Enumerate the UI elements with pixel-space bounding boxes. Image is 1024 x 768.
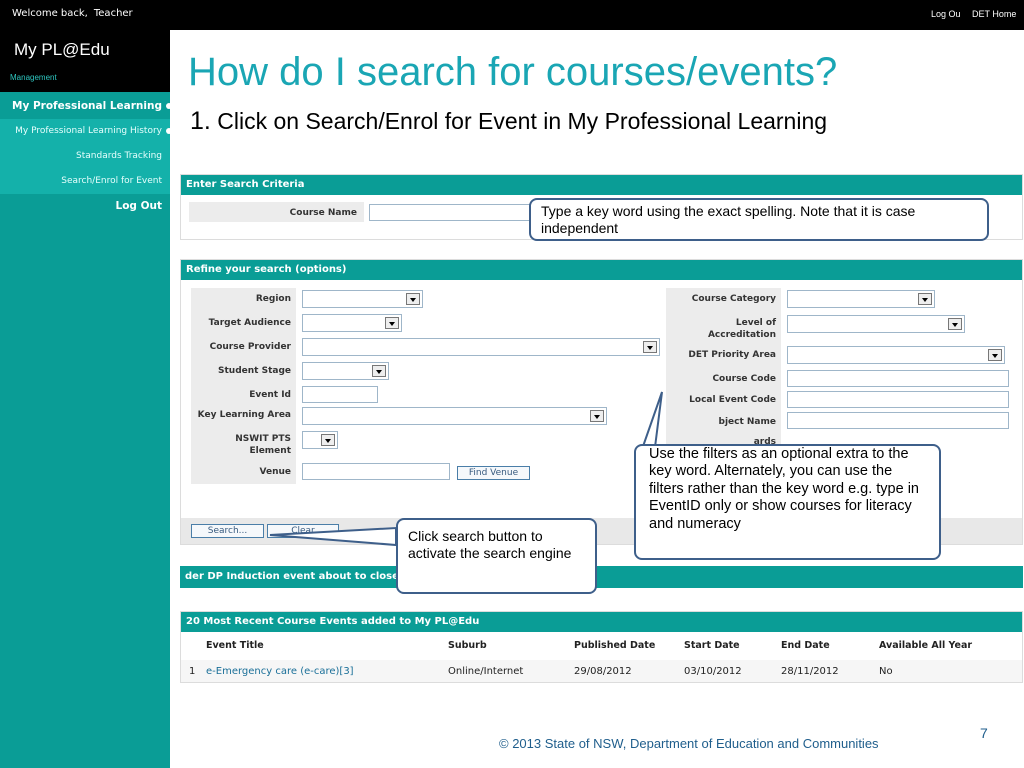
chevron-down-icon <box>643 341 657 353</box>
all-year-cell: No <box>879 666 893 677</box>
course-name-input[interactable] <box>369 204 539 221</box>
filters-callout: Use the filters as an optional extra to … <box>634 444 941 560</box>
level-of-accreditation-select[interactable] <box>787 315 965 333</box>
det-priority-area-label: DET Priority Area <box>688 350 776 360</box>
slide-title: How do I search for courses/events? <box>188 50 838 94</box>
page-number: 7 <box>980 725 988 741</box>
sidebar-item-search-enrol[interactable]: Search/Enrol for Event <box>0 169 170 194</box>
recent-events-panel: 20 Most Recent Course Events added to My… <box>180 611 1023 683</box>
column-header-suburb: Suburb <box>448 640 487 651</box>
course-provider-label: Course Provider <box>209 342 291 352</box>
sidebar-item-log-out[interactable]: Log Out <box>0 194 170 219</box>
keyword-callout: Type a key word using the exact spelling… <box>529 198 989 241</box>
event-id-label: Event Id <box>249 390 291 400</box>
course-name-label: Course Name <box>289 208 357 218</box>
brand-title: My PL@Edu <box>14 40 110 59</box>
course-code-input[interactable] <box>787 370 1009 387</box>
event-id-input[interactable] <box>302 386 378 403</box>
region-label: Region <box>255 294 291 304</box>
published-cell: 29/08/2012 <box>574 666 632 677</box>
start-cell: 03/10/2012 <box>684 666 742 677</box>
logout-link[interactable]: Log Ou <box>931 9 961 19</box>
chevron-down-icon <box>988 349 1002 361</box>
bullet-icon <box>166 128 172 134</box>
student-stage-label: Student Stage <box>218 366 291 376</box>
panel-heading: Refine your search (options) <box>181 260 1022 280</box>
chevron-down-icon <box>918 293 932 305</box>
column-header-all-year: Available All Year <box>879 640 973 651</box>
key-learning-area-label: Key Learning Area <box>197 410 291 420</box>
find-venue-button[interactable]: Find Venue <box>457 466 530 480</box>
suburb-cell: Online/Internet <box>448 666 524 677</box>
banner-text: der DP Induction event about to close <box>180 566 1023 588</box>
nswit-pts-select[interactable] <box>302 431 338 449</box>
chevron-down-icon <box>385 317 399 329</box>
course-code-label: Course Code <box>712 374 776 384</box>
event-title-link[interactable]: e-Emergency care (e-care)[3] <box>206 666 354 677</box>
row-number: 1 <box>189 666 196 677</box>
target-audience-select[interactable] <box>302 314 402 332</box>
top-bar: Welcome back, Teacher Log Ou DET Home <box>0 0 1024 30</box>
det-home-link[interactable]: DET Home <box>972 9 1016 19</box>
sidebar-lower-block <box>0 600 160 768</box>
column-header-start: Start Date <box>684 640 740 651</box>
local-event-code-label: Local Event Code <box>689 395 776 405</box>
bullet-icon <box>166 103 172 109</box>
column-header-event-title: Event Title <box>206 640 264 651</box>
management-label: Management <box>10 73 57 82</box>
column-header-end: End Date <box>781 640 830 651</box>
sidebar-nav: My Professional Learning My Professional… <box>0 94 172 219</box>
clear-button[interactable]: Clear <box>267 524 339 538</box>
chevron-down-icon <box>948 318 962 330</box>
chevron-down-icon <box>321 434 335 446</box>
end-cell: 28/11/2012 <box>781 666 839 677</box>
sidebar-item-standards-tracking[interactable]: Standards Tracking <box>0 144 170 169</box>
search-button[interactable]: Search... <box>191 524 264 538</box>
user-name: Teacher <box>93 8 133 19</box>
subject-name-input[interactable] <box>787 412 1009 429</box>
venue-input[interactable] <box>302 463 450 480</box>
target-audience-label: Target Audience <box>208 318 291 328</box>
step-text: Click on Search/Enrol for Event in My Pr… <box>217 108 828 134</box>
panel-heading: 20 Most Recent Course Events added to My… <box>181 612 1022 632</box>
panel-heading: Enter Search Criteria <box>181 175 1022 195</box>
course-provider-select[interactable] <box>302 338 660 356</box>
venue-label: Venue <box>259 467 292 477</box>
region-select[interactable] <box>302 290 423 308</box>
sidebar-item-my-professional-learning[interactable]: My Professional Learning <box>0 94 172 119</box>
student-stage-select[interactable] <box>302 362 389 380</box>
welcome-text: Welcome back, Teacher <box>12 8 133 19</box>
det-priority-area-select[interactable] <box>787 346 1005 364</box>
subject-name-label: bject Name <box>718 417 777 427</box>
slide-step: 1. Click on Search/Enrol for Event in My… <box>190 107 827 136</box>
brand-area: My PL@Edu Management <box>0 30 170 92</box>
chevron-down-icon <box>590 410 604 422</box>
course-category-label: Course Category <box>691 294 776 304</box>
chevron-down-icon <box>372 365 386 377</box>
local-event-code-input[interactable] <box>787 391 1009 408</box>
event-banner: der DP Induction event about to close <box>180 566 1023 588</box>
level-of-accreditation-label: Level of Accreditation <box>707 318 776 340</box>
column-header-published: Published Date <box>574 640 656 651</box>
course-category-select[interactable] <box>787 290 935 308</box>
chevron-down-icon <box>406 293 420 305</box>
key-learning-area-select[interactable] <box>302 407 607 425</box>
search-callout: Click search button to activate the sear… <box>396 518 597 594</box>
sidebar-item-history[interactable]: My Professional Learning History <box>0 119 172 144</box>
table-row: 1 e-Emergency care (e-care)[3] Online/In… <box>181 660 1022 682</box>
copyright-footer: © 2013 State of NSW, Department of Educa… <box>499 736 879 751</box>
step-number: 1. <box>190 107 211 135</box>
nswit-pts-label: NSWIT PTS Element <box>235 434 291 456</box>
